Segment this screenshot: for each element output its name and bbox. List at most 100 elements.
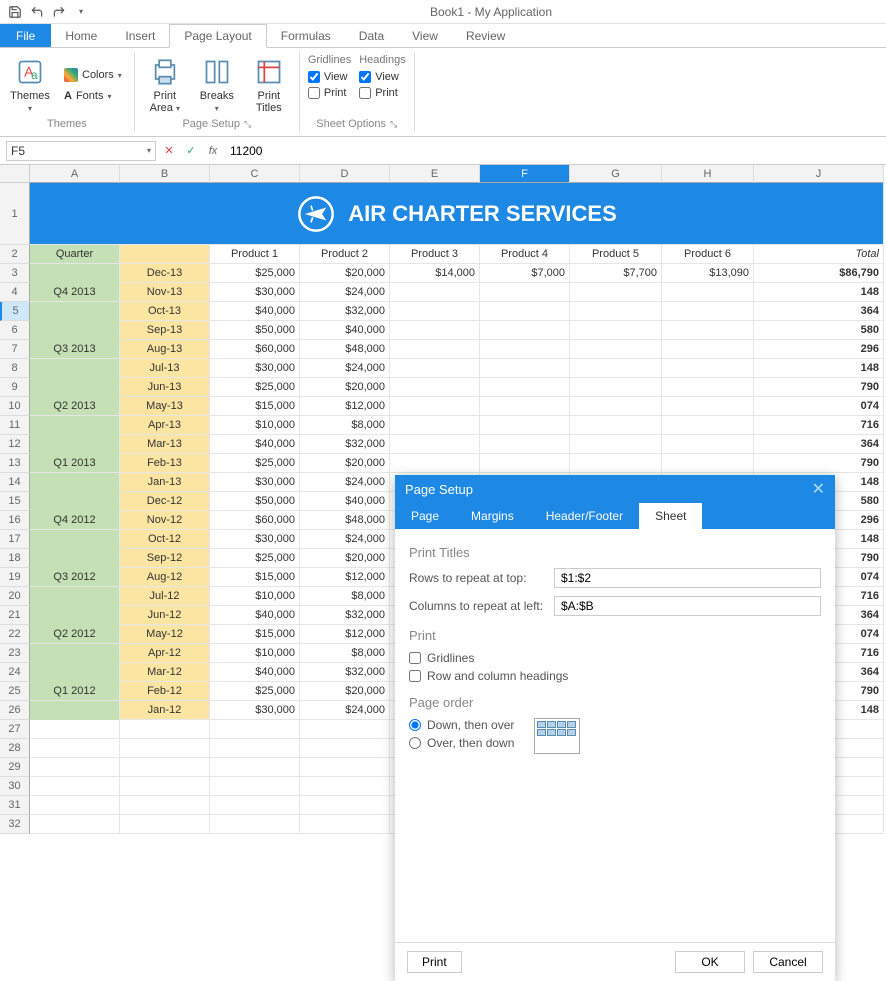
cell[interactable] [300, 815, 390, 834]
cell-p2[interactable]: $24,000 [300, 701, 390, 720]
cell-p2[interactable]: $20,000 [300, 454, 390, 473]
cell-p3[interactable] [390, 397, 480, 416]
cell-p1[interactable]: $25,000 [210, 682, 300, 701]
cell-quarter[interactable] [30, 435, 120, 454]
cell[interactable] [120, 777, 210, 796]
cell-p4[interactable] [480, 435, 570, 454]
cell[interactable] [210, 777, 300, 796]
cell[interactable] [300, 720, 390, 739]
tab-home[interactable]: Home [51, 24, 111, 47]
dialog-close-button[interactable]: ✕ [812, 479, 825, 499]
tab-review[interactable]: Review [452, 24, 519, 47]
rowheader-14[interactable]: 14 [0, 473, 30, 492]
rowheader-19[interactable]: 19 [0, 568, 30, 587]
cell-quarter[interactable] [30, 321, 120, 340]
cell[interactable] [120, 720, 210, 739]
cell-month[interactable]: Sep-12 [120, 549, 210, 568]
breaks-button[interactable]: Breaks▾ [195, 54, 239, 116]
cell-p1[interactable]: $30,000 [210, 359, 300, 378]
cell-quarter[interactable]: Q3 2013 [30, 340, 120, 359]
cell-p1[interactable]: $40,000 [210, 302, 300, 321]
cell-p2[interactable]: $48,000 [300, 511, 390, 530]
rowheader-20[interactable]: 20 [0, 587, 30, 606]
colheader-A[interactable]: A [30, 165, 120, 183]
cell-quarter[interactable] [30, 416, 120, 435]
rows-repeat-input[interactable] [554, 568, 821, 588]
cell[interactable] [300, 739, 390, 758]
cell-month[interactable]: Aug-13 [120, 340, 210, 359]
cell-p5[interactable] [570, 454, 662, 473]
rowheader-11[interactable]: 11 [0, 416, 30, 435]
cell[interactable] [30, 796, 120, 815]
redo-button[interactable] [50, 3, 68, 21]
banner-cell[interactable]: AIR CHARTER SERVICES [30, 183, 884, 245]
cell-p4[interactable] [480, 454, 570, 473]
cell-quarter[interactable]: Q2 2013 [30, 397, 120, 416]
colheader-B[interactable]: B [120, 165, 210, 183]
cell-month[interactable]: Jun-13 [120, 378, 210, 397]
print-titles-button[interactable]: PrintTitles [247, 54, 291, 116]
cell-quarter[interactable] [30, 264, 120, 283]
dlg-tab-headerfooter[interactable]: Header/Footer [530, 503, 639, 529]
cell-month[interactable]: Sep-13 [120, 321, 210, 340]
tab-formulas[interactable]: Formulas [267, 24, 345, 47]
rowheader-30[interactable]: 30 [0, 777, 30, 796]
rowheader-8[interactable]: 8 [0, 359, 30, 378]
cell-total[interactable]: 296 [754, 340, 884, 359]
rowheader-1[interactable]: 1 [0, 183, 30, 245]
fonts-button[interactable]: AFonts▾ [60, 88, 126, 104]
cell-p1[interactable]: $15,000 [210, 397, 300, 416]
cell[interactable] [30, 815, 120, 834]
cell[interactable] [30, 720, 120, 739]
cell-p1[interactable]: $25,000 [210, 454, 300, 473]
colheader-J[interactable]: J [754, 165, 884, 183]
cell[interactable] [210, 739, 300, 758]
cell-p5[interactable] [570, 283, 662, 302]
cell[interactable] [120, 815, 210, 834]
header-p2[interactable]: Product 2 [300, 245, 390, 264]
cell-p1[interactable]: $40,000 [210, 663, 300, 682]
rowheader-22[interactable]: 22 [0, 625, 30, 644]
rowheader-32[interactable]: 32 [0, 815, 30, 834]
cell-p1[interactable]: $15,000 [210, 568, 300, 587]
cell-total[interactable]: 148 [754, 283, 884, 302]
cell-month[interactable]: Apr-12 [120, 644, 210, 663]
cell-p2[interactable]: $32,000 [300, 606, 390, 625]
cell-p3[interactable] [390, 454, 480, 473]
cell-p1[interactable]: $40,000 [210, 435, 300, 454]
rowheader-2[interactable]: 2 [0, 245, 30, 264]
cell[interactable] [210, 796, 300, 815]
dlg-tab-sheet[interactable]: Sheet [639, 503, 702, 529]
cell-p5[interactable] [570, 321, 662, 340]
colheader-G[interactable]: G [570, 165, 662, 183]
tab-page-layout[interactable]: Page Layout [169, 24, 266, 48]
cell-quarter[interactable] [30, 492, 120, 511]
cell[interactable] [30, 777, 120, 796]
rowheader-26[interactable]: 26 [0, 701, 30, 720]
cell-quarter[interactable] [30, 473, 120, 492]
rowheader-5[interactable]: 5 [0, 302, 30, 321]
cell-p2[interactable]: $48,000 [300, 340, 390, 359]
cell-p6[interactable] [662, 359, 754, 378]
cell-p1[interactable]: $30,000 [210, 701, 300, 720]
cell-p2[interactable]: $24,000 [300, 530, 390, 549]
cell-p2[interactable]: $24,000 [300, 283, 390, 302]
undo-button[interactable] [28, 3, 46, 21]
rowheader-24[interactable]: 24 [0, 663, 30, 682]
print-rowcol-checkbox[interactable] [409, 670, 421, 682]
cell-total[interactable]: 790 [754, 454, 884, 473]
cell-total[interactable]: 716 [754, 416, 884, 435]
cell-quarter[interactable]: Q2 2012 [30, 625, 120, 644]
cell[interactable] [300, 777, 390, 796]
cell-quarter[interactable]: Q1 2013 [30, 454, 120, 473]
cell-p4[interactable] [480, 378, 570, 397]
cell-p6[interactable] [662, 397, 754, 416]
cell-p2[interactable]: $12,000 [300, 625, 390, 644]
themes-button[interactable]: Aa Themes▾ [8, 54, 52, 116]
cell-month[interactable]: Dec-12 [120, 492, 210, 511]
down-over-radio[interactable] [409, 719, 421, 731]
colors-button[interactable]: Colors▾ [60, 66, 126, 84]
header-total[interactable]: Total [754, 245, 884, 264]
cell-p3[interactable] [390, 283, 480, 302]
cell-month[interactable]: Nov-12 [120, 511, 210, 530]
